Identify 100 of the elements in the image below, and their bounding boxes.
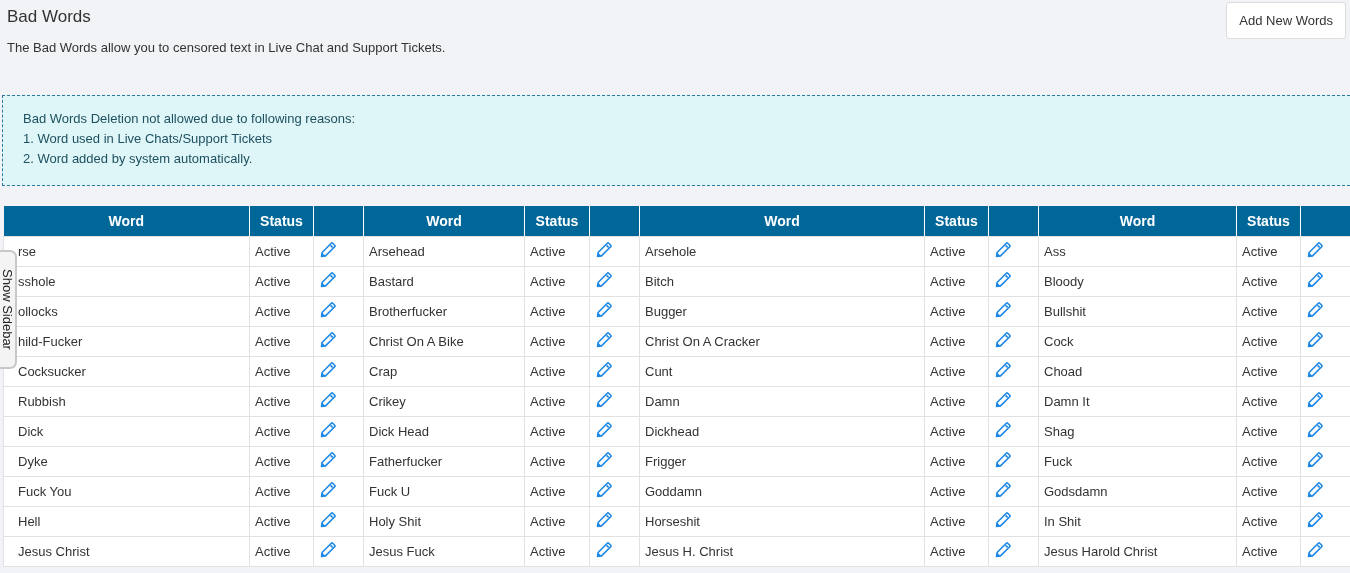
status-text: Active [255,484,291,499]
edit-icon[interactable] [320,542,336,558]
column-header: Status [1236,206,1301,237]
status-text: Active [930,304,966,319]
edit-icon[interactable] [995,482,1011,498]
edit-icon[interactable] [1307,332,1323,348]
edit-icon[interactable] [995,542,1011,558]
status-text: Active [930,424,966,439]
edit-icon[interactable] [320,302,336,318]
edit-icon[interactable] [320,272,336,288]
edit-icon[interactable] [320,482,336,498]
word-text: rse [18,244,37,259]
word-text: Frigger [645,454,687,469]
edit-icon[interactable] [320,422,336,438]
word-text: Jesus Harold Christ [1044,544,1158,559]
word-text: Brotherfucker [369,304,448,319]
edit-icon[interactable] [1307,512,1323,528]
status-text: Active [255,394,291,409]
edit-icon[interactable] [1307,272,1323,288]
column-header: Word [639,206,925,237]
status-text: Active [255,334,291,349]
word-text: Goddamn [645,484,703,499]
word-text: Shag [1044,424,1075,439]
status-text: Active [1242,454,1278,469]
edit-icon[interactable] [596,242,612,258]
column-header: Word [1038,206,1237,237]
column-header: Word [3,206,250,237]
word-text: Ass [1044,244,1066,259]
status-text: Active [255,304,291,319]
edit-icon[interactable] [995,422,1011,438]
word-text: Bitch [645,274,674,289]
status-text: Active [530,394,566,409]
edit-icon[interactable] [995,302,1011,318]
edit-icon[interactable] [320,392,336,408]
word-text: Arsehead [369,244,425,259]
edit-icon[interactable] [995,362,1011,378]
edit-icon[interactable] [596,482,612,498]
word-text: Christ On A Cracker [645,334,760,349]
page-title: Bad Words [7,7,92,27]
edit-icon[interactable] [596,332,612,348]
word-text: Holy Shit [369,514,422,529]
word-text: Fuck U [369,484,411,499]
status-text: Active [930,544,966,559]
status-text: Active [255,454,291,469]
word-text: Choad [1044,364,1083,379]
status-text: Active [530,544,566,559]
page-description: The Bad Words allow you to censored text in Live Chat and Support Tickets. [7,40,446,55]
word-text: Bloody [1044,274,1084,289]
word-text: Cocksucker [18,364,86,379]
column-header: Word [363,206,525,237]
column-header: Status [249,206,314,237]
edit-icon[interactable] [1307,422,1323,438]
word-text: Damn It [1044,394,1090,409]
edit-icon[interactable] [596,512,612,528]
edit-icon[interactable] [995,242,1011,258]
edit-icon[interactable] [596,302,612,318]
word-text: ollocks [18,304,58,319]
edit-icon[interactable] [320,332,336,348]
word-text: Hell [18,514,41,529]
word-text: Godsdamn [1044,484,1108,499]
edit-icon[interactable] [995,332,1011,348]
edit-icon[interactable] [596,422,612,438]
status-text: Active [530,274,566,289]
edit-icon[interactable] [320,452,336,468]
sidebar-toggle-tab[interactable]: Show Sidebar [0,250,17,369]
word-text: Dickhead [645,424,700,439]
edit-icon[interactable] [995,392,1011,408]
status-text: Active [930,454,966,469]
word-text: Crap [369,364,398,379]
edit-icon[interactable] [320,362,336,378]
edit-icon[interactable] [596,272,612,288]
word-text: Fuck You [18,484,72,499]
edit-icon[interactable] [995,512,1011,528]
status-text: Active [530,424,566,439]
word-text: Arsehole [645,244,697,259]
word-text: Crikey [369,394,406,409]
word-text: Bastard [369,274,414,289]
edit-icon[interactable] [596,392,612,408]
edit-icon[interactable] [596,362,612,378]
edit-icon[interactable] [596,452,612,468]
word-text: In Shit [1044,514,1081,529]
column-header: Status [524,206,590,237]
column-header: Status [924,206,989,237]
edit-icon[interactable] [1307,362,1323,378]
edit-icon[interactable] [1307,242,1323,258]
edit-icon[interactable] [995,452,1011,468]
edit-icon[interactable] [320,242,336,258]
edit-icon[interactable] [1307,542,1323,558]
edit-icon[interactable] [596,542,612,558]
edit-icon[interactable] [1307,392,1323,408]
edit-icon[interactable] [320,512,336,528]
edit-icon[interactable] [995,272,1011,288]
edit-icon[interactable] [1307,302,1323,318]
edit-icon[interactable] [1307,482,1323,498]
notice-text: 1. Word used in Live Chats/Support Tickets [23,130,274,148]
word-text: Horseshit [645,514,700,529]
status-text: Active [1242,244,1278,259]
add-words-button[interactable]: Add New Words [1226,2,1346,39]
edit-icon[interactable] [1307,452,1323,468]
status-text: Active [1242,274,1278,289]
